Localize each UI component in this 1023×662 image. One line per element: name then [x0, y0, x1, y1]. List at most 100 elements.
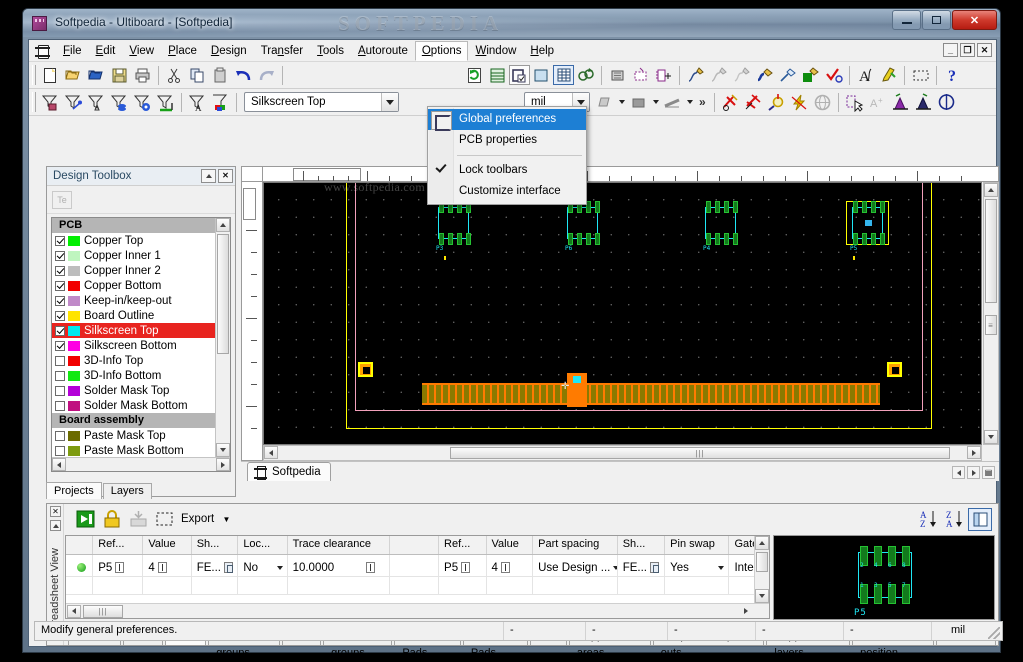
col-trace-clearance[interactable]: Trace clearance [288, 536, 390, 554]
filter-keepouts-icon[interactable] [131, 91, 154, 113]
component-p6[interactable]: P6 [563, 201, 602, 252]
cell-picker-icon[interactable] [223, 562, 233, 573]
layer-row-copper-bottom[interactable]: Copper Bottom [52, 278, 215, 293]
trace-disabled2-icon[interactable] [730, 64, 753, 86]
table-row-empty[interactable] [66, 577, 769, 595]
text-icon[interactable]: A [854, 64, 877, 86]
redo-icon[interactable] [255, 64, 278, 86]
spreadsheet-close-button[interactable]: ✕ [50, 506, 61, 517]
layer-selector[interactable]: Silkscreen Top [244, 92, 399, 112]
mdi-restore-button[interactable]: ❐ [960, 43, 975, 57]
line-draw-icon[interactable] [776, 64, 799, 86]
col-ref-1[interactable]: Ref... [93, 536, 144, 554]
canvas-scroll-left-button[interactable] [264, 446, 278, 459]
table-row[interactable]: P5 4 FE... No 10.0000 P5 4 Use Design ..… [66, 555, 769, 577]
select-region-icon[interactable] [151, 507, 177, 531]
layer-list-horizontal-scrollbar[interactable] [52, 457, 230, 471]
filter-copper-icon[interactable] [108, 91, 131, 113]
place-shape-icon[interactable] [629, 64, 652, 86]
layer-row-3d-info-top[interactable]: 3D-Info Top [52, 353, 215, 368]
menu-edit[interactable]: Edit [89, 41, 123, 61]
cell-editor-icon[interactable] [365, 562, 375, 573]
layer-row-copper-inner-2[interactable]: Copper Inner 2 [52, 263, 215, 278]
options-dropdown-menu[interactable]: Global preferences PCB properties Lock t… [427, 106, 587, 205]
mdi-close-button[interactable]: ✕ [977, 43, 992, 57]
text-disabled-icon[interactable]: A + [866, 91, 889, 113]
mdi-minimize-button[interactable]: _ [943, 43, 958, 57]
close-button[interactable]: ✕ [952, 10, 997, 30]
save-icon[interactable] [108, 64, 131, 86]
power-icon[interactable] [788, 91, 811, 113]
menu-item-lock-toolbars[interactable]: Lock toolbars [428, 160, 586, 181]
menu-options[interactable]: Options [414, 41, 469, 61]
col-value-1[interactable]: Value [143, 536, 192, 554]
layer-list-vertical-scrollbar[interactable] [215, 218, 230, 471]
layer-row-paste-mask-bottom[interactable]: Paste Mask Bottom [52, 443, 215, 458]
sort-za-icon[interactable]: ZA [942, 507, 968, 531]
cell-editor-icon[interactable] [461, 562, 471, 573]
drc-check-icon[interactable] [822, 64, 845, 86]
pad-style-icon[interactable] [593, 91, 616, 113]
menu-item-pcb-properties[interactable]: PCB properties [428, 130, 586, 151]
layer-row-board-outline[interactable]: Board Outline [52, 308, 215, 323]
layer-checkbox[interactable] [55, 280, 65, 291]
chevron-down-icon[interactable] [718, 565, 725, 570]
menu-file[interactable]: File [56, 41, 89, 61]
filter-color-icon[interactable] [209, 91, 232, 113]
component-p3[interactable]: P3 [434, 201, 473, 252]
connector-right-segment[interactable] [584, 383, 880, 405]
copy-icon[interactable] [186, 64, 209, 86]
place-part-icon[interactable] [652, 64, 675, 86]
paste-icon[interactable] [209, 64, 232, 86]
layer-list[interactable]: PCB Copper Top Copper Inner 1 Copper Inn… [51, 217, 231, 472]
line-width-button[interactable] [661, 92, 695, 113]
cell-picker-icon[interactable] [649, 562, 659, 573]
cell-editor-icon[interactable] [157, 562, 167, 573]
toolbar-grip[interactable] [32, 65, 36, 85]
mounting-pad-right[interactable] [887, 362, 902, 377]
tab-layers[interactable]: Layers [102, 483, 152, 499]
scroll-left-button[interactable] [52, 458, 66, 471]
layer-checkbox[interactable] [55, 400, 65, 411]
layer-checkbox[interactable] [55, 370, 65, 381]
find-icon[interactable] [765, 91, 788, 113]
layer-checkbox[interactable] [55, 295, 65, 306]
print-disabled-icon[interactable] [125, 507, 151, 531]
design-toolbox-icon[interactable] [553, 65, 574, 85]
line-width-arrow[interactable] [684, 100, 695, 104]
document-tab-softpedia[interactable]: Softpedia [247, 462, 331, 481]
layer-row-copper-inner-1[interactable]: Copper Inner 1 [52, 248, 215, 263]
pcb-properties-icon[interactable] [530, 64, 553, 86]
menu-view[interactable]: View [122, 41, 161, 61]
fill-color-button[interactable] [627, 92, 661, 113]
scroll-left-button[interactable] [67, 604, 81, 618]
chevron-down-icon[interactable] [276, 565, 283, 570]
filter-board-icon[interactable] [154, 91, 177, 113]
spreadsheet-grid[interactable]: Ref... Value Sh... Loc... Trace clearanc… [65, 535, 770, 619]
spreadsheet-icon[interactable] [486, 64, 509, 86]
layer-row-copper-top[interactable]: Copper Top [52, 233, 215, 248]
mounting-pad-left[interactable] [358, 362, 373, 377]
document-chip-icon[interactable] [35, 44, 51, 59]
autoroute-selection-icon[interactable] [742, 91, 765, 113]
open-project-icon[interactable] [85, 64, 108, 86]
col-part-spacing[interactable]: Part spacing [533, 536, 618, 554]
menu-design[interactable]: Design [204, 41, 254, 61]
autoroute-icon[interactable] [719, 91, 742, 113]
scroll-right-button[interactable] [739, 605, 753, 618]
scrollbar-thumb[interactable] [756, 552, 768, 572]
help-icon[interactable]: ? [941, 64, 964, 86]
toolbar-overflow-button[interactable]: » [695, 95, 710, 109]
fill-color-icon[interactable] [627, 91, 650, 113]
layer-selector-arrow[interactable] [381, 93, 398, 111]
layer-checkbox[interactable] [55, 385, 65, 396]
refresh-netlist-icon[interactable] [463, 64, 486, 86]
place-from-database-icon[interactable] [606, 64, 629, 86]
copper-area-icon[interactable] [799, 64, 822, 86]
cell-editor-icon[interactable] [115, 562, 125, 573]
scrollbar-thumb[interactable]: ||| [450, 447, 950, 459]
align-left-icon[interactable] [889, 91, 912, 113]
col-value-2[interactable]: Value [487, 536, 534, 554]
scrollbar-thumb[interactable]: ||| [83, 604, 123, 618]
layer-row-paste-mask-top[interactable]: Paste Mask Top [52, 428, 215, 443]
